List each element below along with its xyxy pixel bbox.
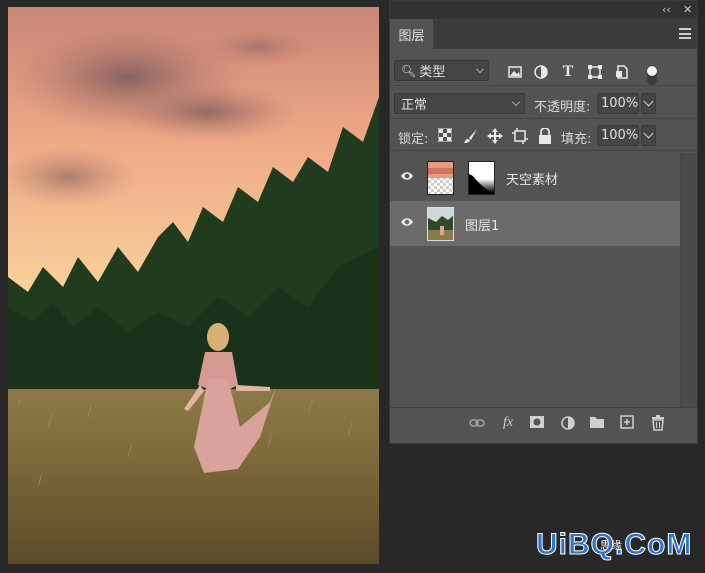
layer-thumbnail xyxy=(427,207,454,241)
smart-object-filter-icon[interactable] xyxy=(614,64,630,80)
opacity-slider-button[interactable] xyxy=(641,93,656,114)
search-icon: 🔍︎ xyxy=(401,63,417,78)
lock-artboard-icon[interactable] xyxy=(512,128,528,144)
document-canvas[interactable] xyxy=(8,7,379,564)
new-layer-icon[interactable] xyxy=(619,415,635,431)
filter-toggle-switch[interactable] xyxy=(644,64,660,85)
opacity-value: 100% xyxy=(601,96,639,111)
filter-kind-dropdown[interactable]: 🔍︎ 类型 xyxy=(394,60,489,81)
lock-transparent-pixels-icon[interactable] xyxy=(437,127,453,144)
filter-kind-label: 类型 xyxy=(419,65,446,80)
lock-position-icon[interactable] xyxy=(487,128,503,144)
eye-icon[interactable] xyxy=(400,171,414,181)
type-layer-filter-icon[interactable]: T xyxy=(560,64,576,80)
tab-layers[interactable]: 图层 xyxy=(390,19,433,49)
add-mask-icon[interactable] xyxy=(529,415,545,431)
panel-title-bar: ‹‹ ✕ xyxy=(390,1,697,19)
lock-image-pixels-icon[interactable] xyxy=(463,128,479,144)
close-panel-button[interactable]: ✕ xyxy=(683,3,692,16)
panel-menu-icon[interactable] xyxy=(679,28,691,39)
adjustment-layer-filter-icon[interactable] xyxy=(533,64,549,80)
pixel-layer-filter-icon[interactable] xyxy=(507,64,523,80)
layers-scrollbar[interactable] xyxy=(680,153,697,407)
blend-mode-value: 正常 xyxy=(401,98,428,113)
lock-label: 锁定: xyxy=(398,132,429,147)
layer-thumbnail xyxy=(427,161,454,195)
fill-value: 100% xyxy=(601,128,639,143)
link-layers-icon[interactable] xyxy=(469,415,485,431)
site-watermark: UiBQ.CoM xyxy=(535,528,693,562)
collapse-panel-button[interactable]: ‹‹ xyxy=(662,3,671,16)
layers-list: 天空素材 图层1 xyxy=(390,153,680,407)
filter-row: 🔍︎ 类型 T xyxy=(390,56,697,86)
chevron-down-icon xyxy=(476,65,484,73)
layer-name: 天空素材 xyxy=(506,173,559,188)
photoshop-workspace: ‹‹ ✕ 图层 🔍︎ 类型 T 正常 不透明度: 100% 锁定: 填充: 10… xyxy=(0,0,705,573)
delete-layer-icon[interactable] xyxy=(650,415,666,431)
lock-all-icon[interactable] xyxy=(537,127,553,144)
opacity-label: 不透明度: xyxy=(534,100,591,115)
fill-input[interactable]: 100% xyxy=(597,125,639,146)
layer-mask-thumbnail[interactable] xyxy=(468,161,495,195)
shape-layer-filter-icon[interactable] xyxy=(587,64,603,80)
layer-name: 图层1 xyxy=(465,219,500,234)
eye-icon[interactable] xyxy=(400,217,414,227)
layer-row-sky[interactable]: 天空素材 xyxy=(390,155,680,200)
new-adjustment-layer-icon[interactable] xyxy=(560,415,576,431)
opacity-input[interactable]: 100% xyxy=(597,93,639,114)
canvas-image xyxy=(8,7,379,564)
panel-tab-row: 图层 xyxy=(390,19,697,49)
blend-row: 正常 不透明度: 100% xyxy=(390,89,697,119)
fill-slider-button[interactable] xyxy=(641,125,656,146)
chevron-down-icon xyxy=(512,98,520,106)
blend-mode-dropdown[interactable]: 正常 xyxy=(394,93,525,114)
layers-bottom-toolbar: fx xyxy=(390,407,697,437)
fill-label: 填充: xyxy=(561,132,592,147)
new-group-icon[interactable] xyxy=(589,415,605,431)
layer-row-layer1[interactable]: 图层1 xyxy=(390,201,680,246)
layers-panel: ‹‹ ✕ 图层 🔍︎ 类型 T 正常 不透明度: 100% 锁定: 填充: 10… xyxy=(389,0,698,444)
lock-row: 锁定: 填充: 100% xyxy=(390,121,697,151)
layer-effects-icon[interactable]: fx xyxy=(500,415,516,431)
